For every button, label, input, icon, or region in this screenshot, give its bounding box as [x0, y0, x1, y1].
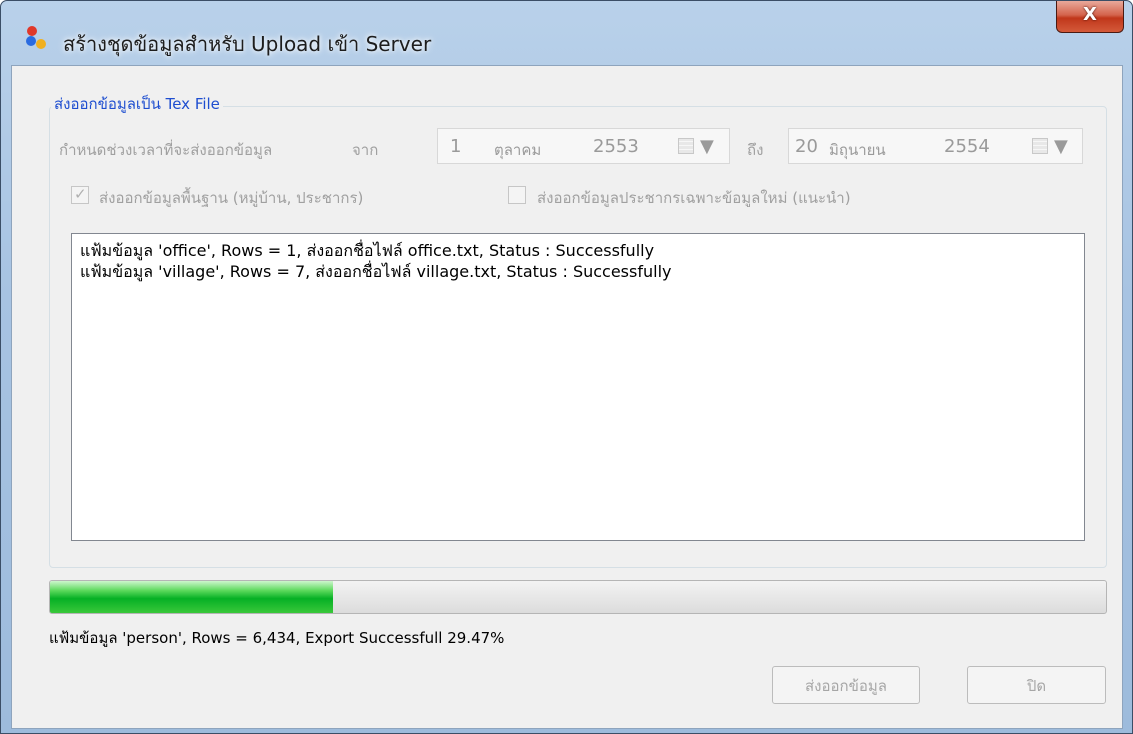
close-button[interactable]: ปิด	[967, 666, 1106, 704]
from-month: ตุลาคม	[494, 141, 542, 159]
window-close-button[interactable]: X	[1056, 1, 1124, 33]
checkmark-icon: ✓	[74, 185, 87, 203]
export-dialog-window: สร้างชุดข้อมูลสำหรับ Upload เข้า Server …	[0, 0, 1133, 734]
title-bar[interactable]: สร้างชุดข้อมูลสำหรับ Upload เข้า Server …	[1, 1, 1132, 56]
new-data-only-checkbox[interactable]	[508, 186, 526, 204]
log-line: แฟ้มข้อมูล 'village', Rows = 7, ส่งออกชื…	[80, 262, 672, 281]
new-data-only-checkbox-label[interactable]: ส่งออกข้อมูลประชากรเฉพาะข้อมูลใหม่ (แนะน…	[537, 186, 851, 210]
window-title: สร้างชุดข้อมูลสำหรับ Upload เข้า Server	[63, 32, 432, 56]
log-line: แฟ้มข้อมูล 'office', Rows = 1, ส่งออกชื่…	[80, 241, 655, 260]
export-progress-bar	[49, 580, 1107, 614]
groupbox-legend: ส่งออกข้อมูลเป็น Tex File	[51, 92, 223, 116]
export-log-textbox[interactable]: แฟ้มข้อมูล 'office', Rows = 1, ส่งออกชื่…	[71, 233, 1085, 541]
export-data-button[interactable]: ส่งออกข้อมูล	[772, 666, 920, 704]
to-label: ถึง	[747, 141, 764, 159]
dialog-client-area: ส่งออกข้อมูลเป็น Tex File กำหนดช่วงเวลาท…	[11, 65, 1123, 729]
to-year: 2554	[944, 136, 990, 157]
dropdown-arrow-icon[interactable]: ▼	[700, 136, 714, 157]
from-day: 1	[450, 136, 462, 157]
calendar-icon[interactable]	[1032, 138, 1048, 154]
progress-fill	[50, 581, 333, 613]
period-label: กำหนดช่วงเวลาที่จะส่งออกข้อมูล	[59, 141, 273, 159]
from-year: 2553	[593, 136, 639, 157]
to-month: มิถุนายน	[829, 141, 886, 159]
dropdown-arrow-icon[interactable]: ▼	[1054, 136, 1068, 157]
export-status-text: แฟ้มข้อมูล 'person', Rows = 6,434, Expor…	[49, 629, 505, 647]
from-label: จาก	[352, 141, 379, 159]
calendar-icon[interactable]	[678, 138, 694, 154]
from-date-picker[interactable]: 1 ตุลาคม 2553 ▼	[437, 128, 730, 164]
basic-data-checkbox[interactable]: ✓	[71, 185, 89, 204]
basic-data-checkbox-label[interactable]: ส่งออกข้อมูลพื้นฐาน (หมู่บ้าน, ประชากร)	[99, 186, 363, 210]
close-icon: X	[1083, 4, 1097, 25]
app-people-icon	[26, 26, 46, 49]
to-date-picker[interactable]: 20 มิถุนายน 2554 ▼	[788, 128, 1083, 164]
to-day: 20	[795, 136, 818, 157]
